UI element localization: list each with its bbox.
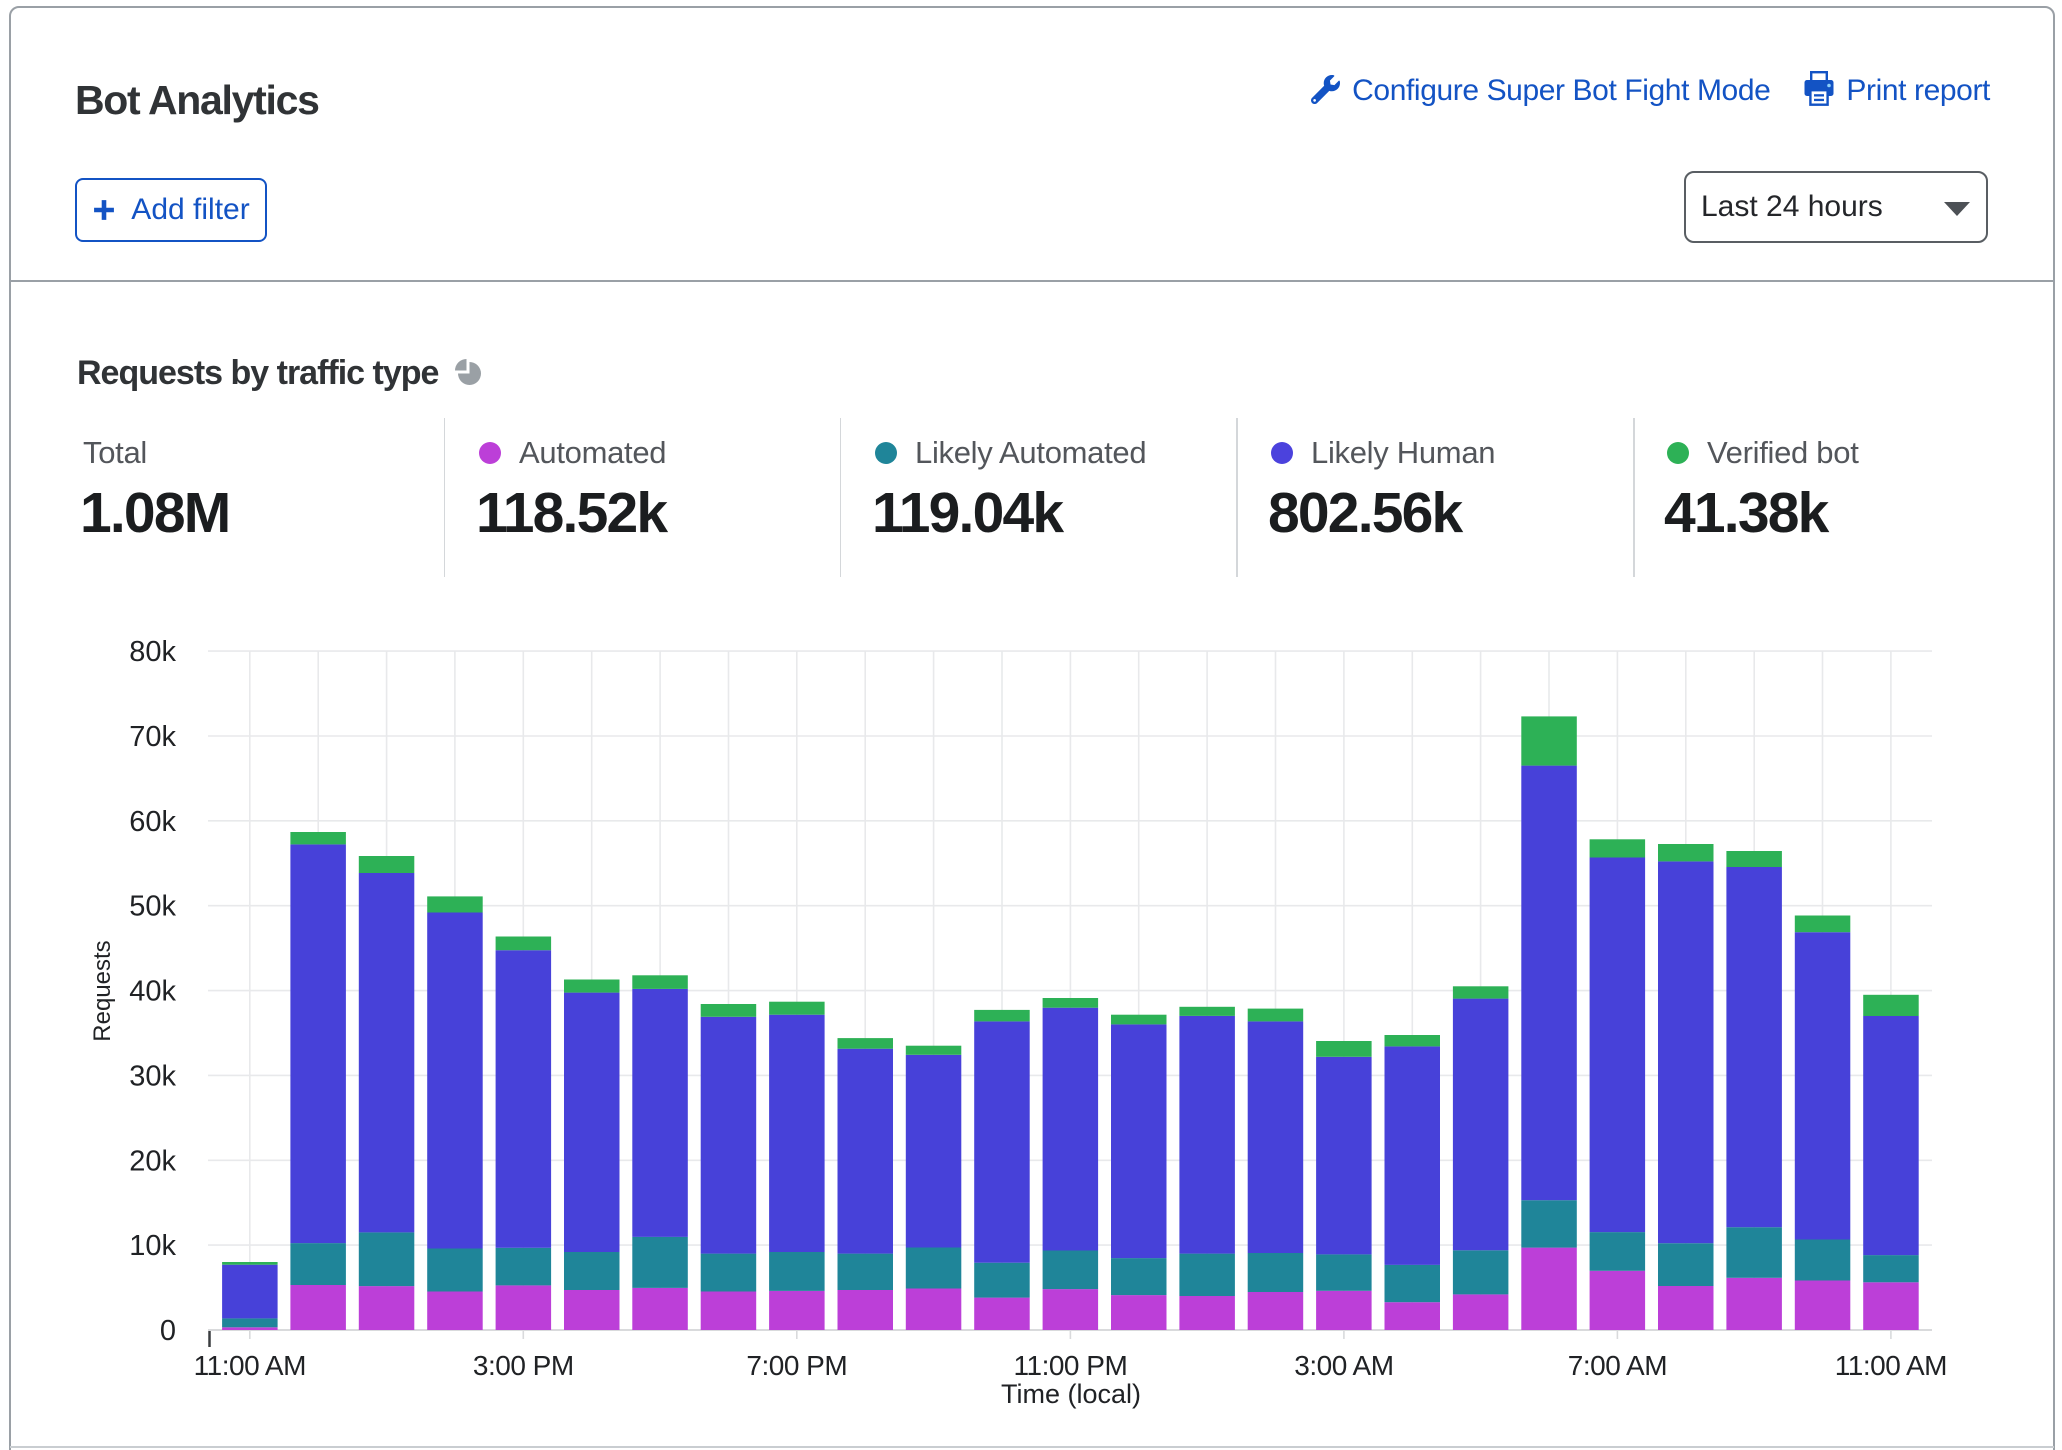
- svg-text:11:00 AM: 11:00 AM: [1835, 1350, 1947, 1381]
- svg-text:11:00 AM: 11:00 AM: [194, 1350, 306, 1381]
- svg-text:10k: 10k: [129, 1230, 176, 1262]
- svg-text:60k: 60k: [129, 806, 176, 838]
- svg-text:20k: 20k: [129, 1145, 176, 1177]
- svg-text:30k: 30k: [129, 1060, 176, 1092]
- svg-text:3:00 AM: 3:00 AM: [1294, 1350, 1393, 1381]
- svg-text:3:00 PM: 3:00 PM: [473, 1350, 574, 1381]
- svg-text:50k: 50k: [129, 891, 176, 923]
- svg-text:Requests: Requests: [89, 940, 116, 1041]
- svg-text:80k: 80k: [129, 636, 176, 668]
- svg-text:40k: 40k: [129, 976, 176, 1008]
- svg-text:70k: 70k: [129, 721, 176, 753]
- svg-text:11:00 PM: 11:00 PM: [1014, 1350, 1128, 1381]
- svg-text:7:00 AM: 7:00 AM: [1568, 1350, 1667, 1381]
- svg-text:7:00 PM: 7:00 PM: [746, 1350, 847, 1381]
- svg-text:Time (local): Time (local): [1001, 1379, 1141, 1409]
- svg-text:0: 0: [160, 1315, 176, 1347]
